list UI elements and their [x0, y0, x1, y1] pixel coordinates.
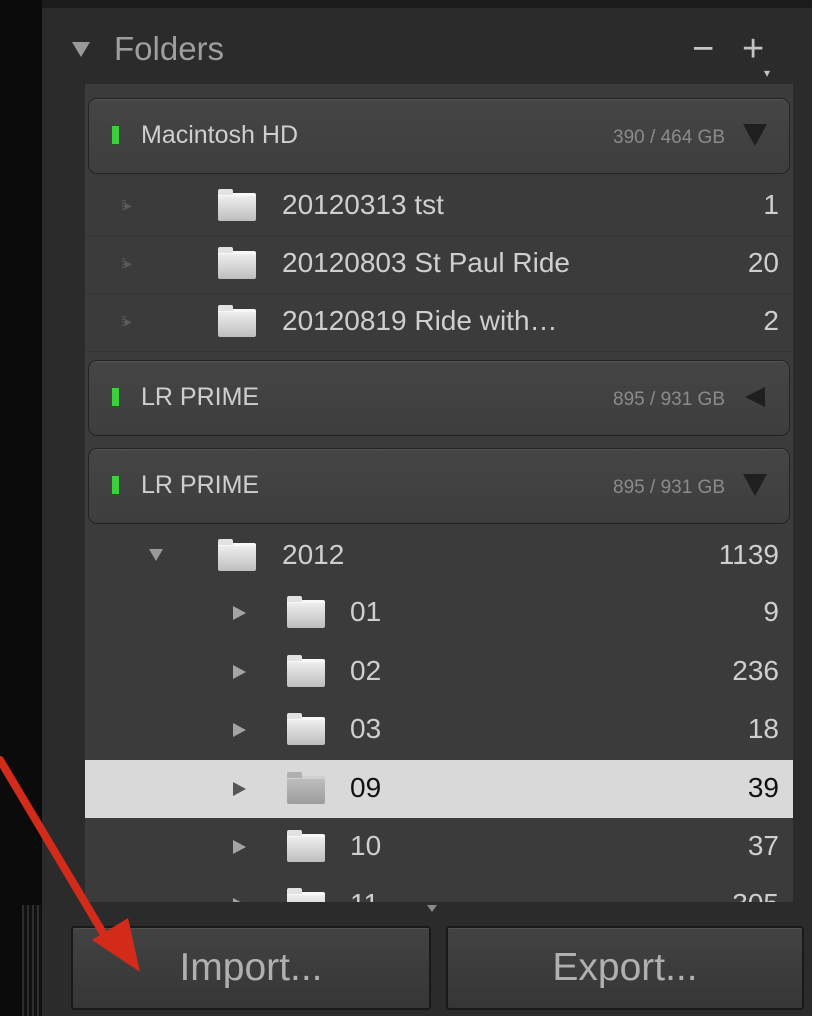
panel-expand-notch-icon[interactable]	[427, 905, 437, 912]
folder-icon	[287, 713, 325, 745]
disclosure-right-icon[interactable]	[233, 665, 246, 679]
volume-name: Macintosh HD	[141, 121, 298, 149]
disclosure-right-icon[interactable]	[233, 723, 246, 737]
remove-folder-button[interactable]: −	[692, 30, 714, 68]
panel-top-frame	[42, 0, 812, 8]
volume-space: 390 / 464 GB	[613, 127, 725, 148]
folder-name: 2012	[282, 539, 345, 570]
folder-name: 20120819 Ride with…	[282, 305, 558, 336]
folder-count: 1	[763, 189, 779, 220]
folder-name: 10	[350, 830, 382, 861]
volume-space: 895 / 931 GB	[613, 477, 725, 498]
folder-name: 20120313 tst	[282, 189, 444, 220]
folder-count: 37	[747, 830, 779, 861]
folder-count: 20	[747, 247, 779, 278]
export-button[interactable]: Export...	[446, 926, 804, 1010]
folder-count: 9	[763, 596, 779, 627]
expand-left-icon[interactable]	[745, 387, 765, 407]
folders-panel: Folders − + ▾ Macintosh HD 390 / 464 GB ⁞…	[42, 0, 812, 1016]
disclosure-down-icon[interactable]	[149, 549, 163, 561]
drag-dots-icon: ⁞⁞▸	[121, 313, 132, 329]
folder-name: 02	[350, 655, 382, 686]
folder-icon	[218, 539, 256, 571]
folder-icon	[218, 247, 256, 279]
panel-title: Folders	[114, 30, 225, 67]
folder-count: 305	[732, 888, 779, 902]
volume-status-indicator	[111, 475, 120, 495]
folder-name: 20120803 St Paul Ride	[282, 247, 570, 278]
folder-icon	[287, 888, 325, 902]
add-folder-button[interactable]: + ▾	[742, 28, 770, 80]
folders-panel-header[interactable]: Folders − + ▾	[54, 24, 812, 80]
folder-count: 18	[747, 713, 779, 744]
volume-status-indicator	[111, 387, 120, 407]
volume-header[interactable]: Macintosh HD 390 / 464 GB	[88, 98, 790, 174]
folder-row[interactable]: 01 9	[85, 584, 793, 642]
folder-count: 1139	[718, 539, 779, 570]
volume-status-indicator	[111, 125, 120, 145]
plus-icon: +	[742, 28, 765, 70]
folder-row[interactable]: 10 37	[85, 818, 793, 876]
expand-down-icon[interactable]	[743, 124, 767, 146]
folder-row[interactable]: 02 236	[85, 643, 793, 701]
folder-count: 2	[763, 305, 779, 336]
volume-name: LR PRIME	[141, 383, 260, 411]
folder-row[interactable]: 11 305	[85, 876, 793, 902]
folder-row[interactable]: 03 18	[85, 701, 793, 759]
disclosure-right-icon[interactable]	[233, 782, 246, 796]
volume-name: LR PRIME	[141, 471, 260, 499]
folder-icon	[287, 655, 325, 687]
volume-header[interactable]: LR PRIME 895 / 931 GB	[88, 448, 790, 524]
disclosure-right-icon[interactable]	[233, 606, 246, 620]
panel-resize-grip[interactable]	[22, 905, 42, 1016]
folder-row[interactable]: ⁞⁞▸ 20120313 tst 1	[85, 177, 793, 236]
import-button[interactable]: Import...	[71, 926, 431, 1010]
folder-icon	[218, 189, 256, 221]
folder-list[interactable]: Macintosh HD 390 / 464 GB ⁞⁞▸ 20120313 t…	[85, 84, 793, 902]
folder-name: 01	[350, 596, 382, 627]
folder-icon	[287, 596, 325, 628]
collapse-triangle-icon[interactable]	[72, 41, 90, 57]
disclosure-right-icon[interactable]	[233, 898, 246, 902]
folder-row-selected[interactable]: 09 39	[85, 760, 793, 818]
folder-name: 11	[350, 888, 379, 902]
folder-icon	[218, 305, 256, 337]
folder-row[interactable]: ⁞⁞▸ 20120819 Ride with… 2	[85, 293, 793, 352]
volume-header[interactable]: LR PRIME 895 / 931 GB	[88, 360, 790, 436]
folder-row[interactable]: 2012 1139	[85, 527, 793, 585]
folder-name: 09	[350, 772, 382, 803]
drag-dots-icon: ⁞⁞▸	[121, 197, 132, 213]
folder-row[interactable]: ⁞⁞▸ 20120803 St Paul Ride 20	[85, 235, 793, 294]
folder-icon	[287, 772, 325, 804]
expand-down-icon[interactable]	[743, 474, 767, 496]
folder-icon	[287, 830, 325, 862]
folder-count: 236	[732, 655, 779, 686]
folder-name: 03	[350, 713, 382, 744]
volume-space: 895 / 931 GB	[613, 389, 725, 410]
drag-dots-icon: ⁞⁞▸	[121, 255, 132, 271]
disclosure-right-icon[interactable]	[233, 840, 246, 854]
folder-count: 39	[747, 772, 779, 803]
left-edge-strip	[0, 0, 42, 1016]
